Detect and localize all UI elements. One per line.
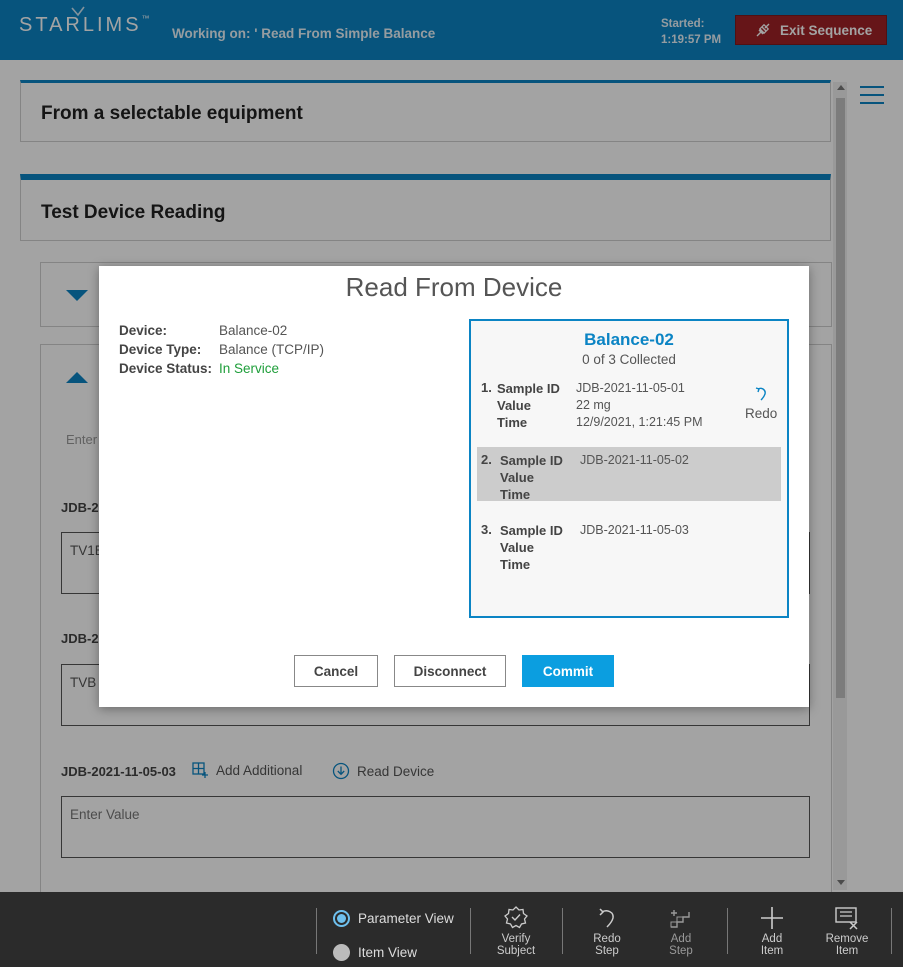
- cancel-button[interactable]: Cancel: [294, 655, 378, 687]
- add-step-button[interactable]: Add Step: [651, 906, 711, 957]
- collected-count: 0 of 3 Collected: [582, 352, 676, 367]
- commit-button[interactable]: Commit: [522, 655, 614, 687]
- add-item-button[interactable]: Add Item: [742, 906, 802, 957]
- verify-subject-button[interactable]: Verify Subject: [486, 906, 546, 957]
- radio-unselected-icon[interactable]: [333, 944, 350, 961]
- verify-badge-icon: [504, 906, 528, 929]
- card-device-name: Balance-02: [584, 330, 674, 349]
- redo-icon: [599, 908, 614, 928]
- item-view-radio[interactable]: Item View: [333, 944, 417, 961]
- parameter-view-radio[interactable]: Parameter View: [333, 910, 454, 927]
- redo-sample-button[interactable]: Redo: [745, 385, 777, 421]
- plus-icon: [761, 907, 783, 929]
- sample-item-selected[interactable]: 2. Sample ID Value Time JDB-2021-11-05-0…: [477, 447, 781, 502]
- device-name: Balance-02: [219, 323, 288, 338]
- device-info: Device: Balance-02 Device Type: Balance (T…: [119, 323, 325, 376]
- device-card: Balance-02 0 of 3 Collected 1. Sample ID…: [469, 319, 789, 618]
- redo-icon: [755, 387, 766, 401]
- radio-selected-icon[interactable]: [333, 910, 350, 927]
- device-status: In Service: [219, 361, 280, 376]
- device-type: Balance (TCP/IP): [219, 342, 325, 357]
- sample-item: 1. Sample ID Value Time JDB-2021-11-05-0…: [481, 380, 778, 430]
- disconnect-button[interactable]: Disconnect: [394, 655, 506, 687]
- read-from-device-dialog: Read From Device Device: Balance-02 Devic…: [99, 266, 809, 707]
- bottom-toolbar: Parameter View Item View Verify Subject R…: [0, 892, 903, 967]
- add-step-icon: [670, 910, 690, 928]
- remove-item-icon: [835, 907, 858, 930]
- dialog-title: Read From Device: [345, 272, 563, 302]
- redo-step-button[interactable]: Redo Step: [577, 906, 637, 957]
- remove-item-button[interactable]: Remove Item: [817, 906, 877, 957]
- sample-item[interactable]: 3. Sample ID Value Time JDB-2021-11-05-0…: [477, 517, 781, 572]
